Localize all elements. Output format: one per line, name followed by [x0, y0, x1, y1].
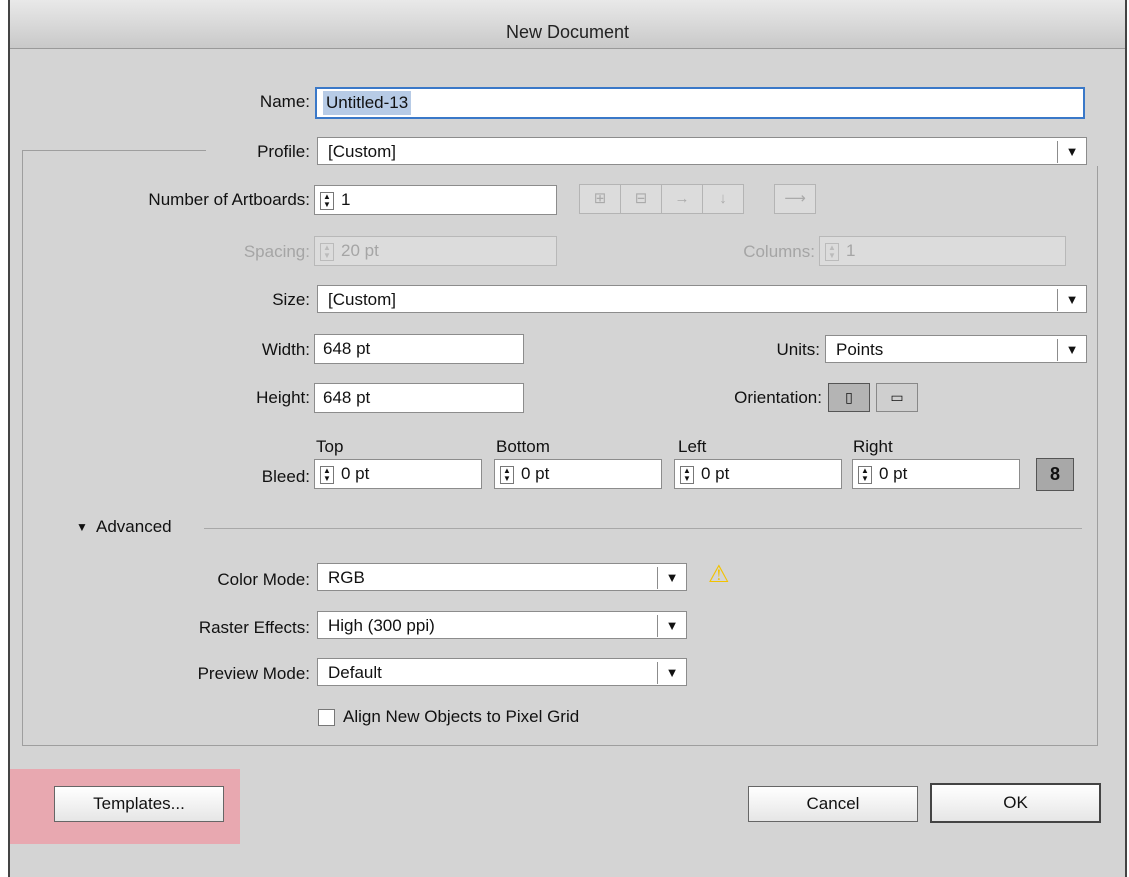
cancel-button[interactable]: Cancel	[748, 786, 918, 822]
size-select-value: [Custom]	[328, 290, 397, 309]
stepper-icon[interactable]: ▲ ▼	[320, 192, 334, 210]
stepper-icon[interactable]: ▲ ▼	[500, 466, 514, 484]
name-input-value: Untitled-13	[323, 91, 412, 115]
profile-select[interactable]: [Custom] ▼	[317, 137, 1087, 165]
bleed-left-value: 0 pt	[701, 464, 730, 483]
raster-effects-select[interactable]: High (300 ppi) ▼	[317, 611, 687, 639]
bleed-bottom-input[interactable]: ▲ ▼ 0 pt	[494, 459, 662, 489]
name-label: Name:	[259, 92, 310, 111]
size-select[interactable]: [Custom] ▼	[317, 285, 1087, 313]
height-input[interactable]: 648 pt	[314, 383, 524, 413]
raster-effects-label: Raster Effects:	[198, 618, 310, 637]
units-select[interactable]: Points ▼	[825, 335, 1087, 363]
artboards-label: Number of Artboards:	[148, 190, 310, 209]
arrange-by-column-icon: ↓	[702, 184, 744, 214]
raster-effects-value: High (300 ppi)	[328, 616, 435, 635]
advanced-divider	[204, 528, 1082, 529]
dropdown-arrow-icon: ▼	[657, 662, 686, 684]
artboards-input[interactable]: ▲ ▼ 1	[314, 185, 557, 215]
spacing-value: 20 pt	[341, 241, 379, 260]
artboards-value: 1	[341, 190, 351, 209]
name-input[interactable]: Untitled-13	[315, 87, 1085, 119]
bleed-right-label: Right	[853, 437, 893, 456]
templates-button[interactable]: Templates...	[54, 786, 224, 822]
arrange-by-row-icon: →	[661, 184, 703, 214]
portrait-orientation-button[interactable]: ▯	[828, 383, 870, 412]
dropdown-arrow-icon: ▼	[1057, 289, 1086, 311]
bleed-bottom-value: 0 pt	[521, 464, 550, 483]
dialog-title: New Document	[505, 22, 630, 42]
dropdown-arrow-icon: ▼	[1057, 339, 1086, 361]
bleed-left-label: Left	[678, 437, 707, 456]
preview-mode-select[interactable]: Default ▼	[317, 658, 687, 686]
pixel-grid-checkbox[interactable]	[318, 709, 335, 726]
advanced-toggle[interactable]: Advanced	[96, 517, 172, 537]
grid-by-column-icon: ⊟	[620, 184, 662, 214]
landscape-orientation-button[interactable]: ▭	[876, 383, 918, 412]
height-label: Height:	[256, 388, 310, 407]
color-mode-label: Color Mode:	[217, 570, 310, 589]
width-input[interactable]: 648 pt	[314, 334, 524, 364]
bleed-left-input[interactable]: ▲ ▼ 0 pt	[674, 459, 842, 489]
link-bleed-icon[interactable]: 8	[1036, 458, 1074, 491]
pixel-grid-label: Align New Objects to Pixel Grid	[343, 707, 580, 726]
spacing-input: ▲ ▼ 20 pt	[314, 236, 557, 266]
ok-button[interactable]: OK	[930, 783, 1101, 823]
stepper-icon: ▲ ▼	[320, 243, 334, 261]
units-select-value: Points	[836, 340, 884, 359]
new-document-dialog: New Document Name: Untitled-13 Profile: …	[8, 0, 1127, 877]
bleed-label: Bleed:	[261, 467, 310, 486]
stepper-icon[interactable]: ▲ ▼	[858, 466, 872, 484]
bleed-right-input[interactable]: ▲ ▼ 0 pt	[852, 459, 1020, 489]
right-to-left-icon: ⟶	[774, 184, 816, 214]
stepper-icon: ▲ ▼	[825, 243, 839, 261]
bleed-right-value: 0 pt	[879, 464, 908, 483]
disclosure-triangle-icon[interactable]: ▼	[76, 520, 88, 534]
columns-label: Columns:	[743, 242, 815, 261]
units-label: Units:	[776, 340, 820, 359]
profile-select-value: [Custom]	[328, 142, 397, 161]
color-mode-select[interactable]: RGB ▼	[317, 563, 687, 591]
bleed-top-value: 0 pt	[341, 464, 370, 483]
preview-mode-label: Preview Mode:	[197, 664, 310, 683]
size-label: Size:	[272, 290, 310, 309]
dropdown-arrow-icon: ▼	[657, 615, 686, 637]
orientation-label: Orientation:	[734, 388, 822, 407]
columns-input: ▲ ▼ 1	[819, 236, 1066, 266]
bleed-bottom-label: Bottom	[496, 437, 550, 456]
grid-by-row-icon: ⊞	[579, 184, 621, 214]
dropdown-arrow-icon: ▼	[1057, 141, 1086, 163]
stepper-icon[interactable]: ▲ ▼	[680, 466, 694, 484]
width-label: Width:	[261, 340, 310, 359]
dropdown-arrow-icon: ▼	[657, 567, 686, 589]
bleed-top-input[interactable]: ▲ ▼ 0 pt	[314, 459, 482, 489]
columns-value: 1	[846, 241, 856, 260]
spacing-label: Spacing:	[243, 242, 310, 261]
stepper-icon[interactable]: ▲ ▼	[320, 466, 334, 484]
bleed-top-label: Top	[316, 437, 344, 456]
color-mode-value: RGB	[328, 568, 365, 587]
preview-mode-value: Default	[328, 663, 382, 682]
profile-label: Profile:	[257, 142, 310, 161]
warning-triangle-icon[interactable]: ⚠	[708, 562, 730, 588]
